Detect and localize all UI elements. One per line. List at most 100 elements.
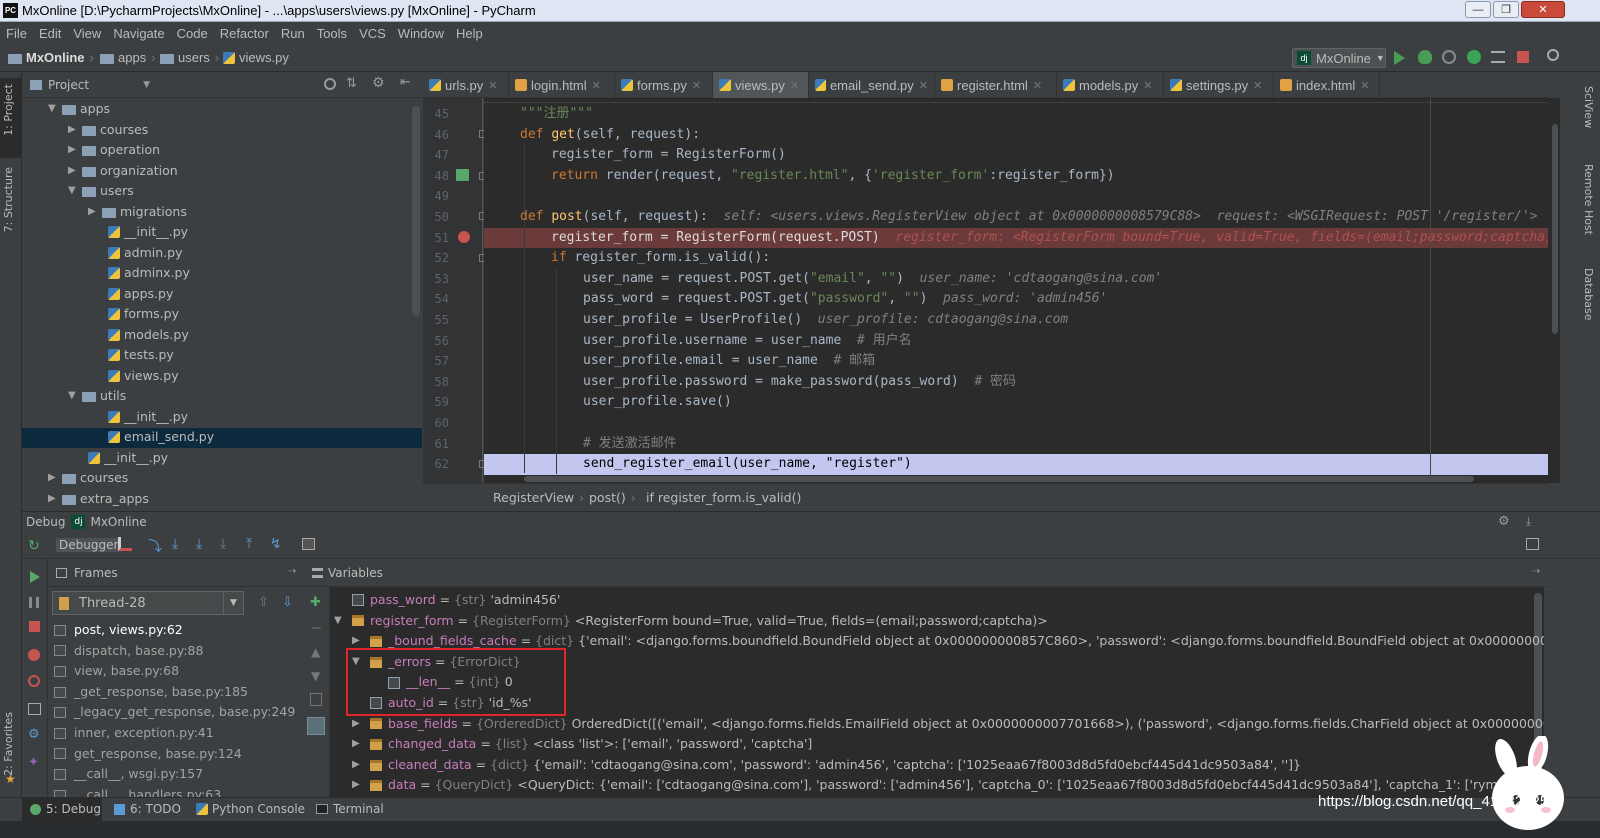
chevron-right-icon[interactable]: ▶ bbox=[68, 161, 82, 181]
tree-item[interactable]: __init__.py bbox=[88, 407, 188, 427]
variable-row[interactable]: ▼ register_form = {RegisterForm} <Registe… bbox=[334, 611, 1048, 632]
stack-frame[interactable]: get_response, base.py:124 bbox=[54, 744, 242, 765]
tree-item[interactable]: adminx.py bbox=[88, 263, 190, 283]
database-tool-tab[interactable]: Database bbox=[1582, 268, 1595, 321]
editor-scrollbar[interactable] bbox=[1534, 98, 1560, 483]
mute-breakpoints-icon[interactable] bbox=[28, 675, 40, 687]
tree-scrollbar[interactable] bbox=[412, 106, 420, 316]
chevron-down-icon[interactable]: ▼ bbox=[223, 592, 243, 614]
thread-select[interactable]: Thread-28 ▼ bbox=[52, 591, 244, 615]
chevron-right-icon[interactable]: ▶ bbox=[68, 120, 82, 140]
settings-icon[interactable]: ⚙ bbox=[28, 727, 40, 742]
tree-item[interactable]: tests.py bbox=[88, 345, 174, 365]
menu-file[interactable]: File bbox=[0, 26, 33, 41]
breadcrumb-method[interactable]: post() › bbox=[589, 490, 641, 505]
collapse-icon[interactable]: ⇅ bbox=[346, 76, 357, 91]
variable-row[interactable]: pass_word = {str} 'admin456' bbox=[334, 590, 560, 611]
run-to-cursor-icon[interactable]: ↯ bbox=[270, 536, 282, 552]
tab-index-html[interactable]: index.html ✕ bbox=[1274, 72, 1380, 98]
tab-views[interactable]: views.py ✕ bbox=[713, 72, 809, 98]
tree-item[interactable]: ▶ courses bbox=[68, 120, 148, 140]
tree-item[interactable]: views.py bbox=[88, 366, 179, 386]
show-values-icon[interactable] bbox=[307, 717, 325, 735]
tree-item[interactable]: ▼ utils bbox=[68, 386, 126, 406]
nav-crumb-apps[interactable]: apps › bbox=[100, 50, 161, 65]
menu-code[interactable]: Code bbox=[171, 26, 214, 41]
editor-gutter[interactable]: 45 46 47 48 49 50 51 52 53 54 55 56 57 58 59 60 61 62 bbox=[423, 98, 486, 483]
menu-run[interactable]: Run bbox=[275, 26, 311, 41]
debug-tool-tab[interactable]: 5: Debug bbox=[30, 802, 101, 816]
stack-frame[interactable]: _legacy_get_response, base.py:249 bbox=[54, 702, 295, 723]
variable-row[interactable]: ▶ changed_data = {list} <class 'list'>: [… bbox=[352, 734, 812, 755]
stack-frame[interactable]: inner, exception.py:41 bbox=[54, 723, 214, 744]
debugger-tab[interactable]: Debugger bbox=[56, 538, 122, 552]
tree-item[interactable]: models.py bbox=[88, 325, 189, 345]
stack-frame[interactable]: _get_response, base.py:185 bbox=[54, 682, 248, 703]
favorites-tool-tab[interactable]: 2: Favorites bbox=[2, 712, 15, 776]
menu-help[interactable]: Help bbox=[450, 26, 489, 41]
step-over-icon[interactable]: ⤵ bbox=[148, 536, 162, 556]
remove-watch-icon[interactable]: − bbox=[311, 621, 322, 636]
terminal-tool-tab[interactable]: Terminal bbox=[316, 802, 384, 816]
breadcrumb-class[interactable]: RegisterView › bbox=[493, 490, 589, 505]
rerun-icon[interactable]: ↻ bbox=[28, 538, 40, 554]
chevron-right-icon[interactable]: ▶ bbox=[68, 140, 82, 160]
tree-item[interactable]: __init__.py bbox=[68, 448, 168, 468]
chevron-right-icon[interactable]: ▶ bbox=[352, 755, 370, 776]
next-frame-icon[interactable]: ⇩ bbox=[282, 595, 293, 610]
locate-icon[interactable] bbox=[324, 78, 336, 90]
variable-row[interactable]: ▶ base_fields = {OrderedDict} OrderedDict… bbox=[352, 714, 1544, 735]
hide-panel-icon[interactable]: ⤓ bbox=[1526, 514, 1531, 529]
move-down-icon[interactable]: ▼ bbox=[311, 669, 320, 683]
gear-icon[interactable]: ⚙ bbox=[372, 75, 385, 91]
chevron-right-icon[interactable]: ▶ bbox=[352, 714, 370, 735]
python-console-tool-tab[interactable]: Python Console bbox=[196, 802, 305, 816]
step-into-my-code-icon[interactable]: ⤓ bbox=[196, 536, 202, 552]
step-into-icon[interactable]: ⤓ bbox=[172, 536, 178, 552]
tree-item[interactable]: ▶ extra_apps bbox=[48, 489, 149, 509]
force-step-into-icon[interactable]: ⤓ bbox=[220, 536, 226, 552]
close-button[interactable]: ✕ bbox=[1521, 1, 1565, 18]
stop-icon[interactable] bbox=[29, 621, 40, 632]
debug-config-tab[interactable]: MxOnline bbox=[90, 515, 146, 529]
chevron-down-icon[interactable]: ▼ bbox=[48, 99, 62, 119]
previous-frame-icon[interactable]: ⇧ bbox=[258, 595, 269, 610]
sciview-tool-tab[interactable]: SciView bbox=[1582, 86, 1595, 128]
stack-frame[interactable]: post, views.py:62 bbox=[54, 620, 183, 641]
stack-frame[interactable]: __call__, handlers.py:63 bbox=[54, 785, 221, 797]
coverage-icon[interactable] bbox=[1442, 50, 1456, 64]
todo-tool-tab[interactable]: 6: TODO bbox=[114, 802, 181, 816]
horizontal-scrollbar[interactable] bbox=[524, 476, 1474, 482]
tree-item[interactable]: admin.py bbox=[88, 243, 182, 263]
menu-navigate[interactable]: Navigate bbox=[107, 26, 170, 41]
breakpoint-icon[interactable] bbox=[458, 231, 470, 243]
tab-register-html[interactable]: register.html ✕ bbox=[935, 72, 1057, 98]
close-tab-icon[interactable]: ✕ bbox=[790, 79, 799, 92]
chevron-down-icon[interactable]: ▼ bbox=[143, 80, 150, 90]
run-icon[interactable] bbox=[1394, 51, 1405, 65]
nav-crumb-file[interactable]: views.py bbox=[223, 50, 289, 65]
close-tab-icon[interactable]: ✕ bbox=[692, 79, 701, 92]
tree-item[interactable]: ▼ apps bbox=[48, 99, 110, 119]
new-watch-icon[interactable]: ✚ bbox=[310, 595, 321, 610]
close-tab-icon[interactable]: ✕ bbox=[1253, 79, 1262, 92]
search-icon[interactable] bbox=[1547, 49, 1559, 61]
chevron-right-icon[interactable]: ▶ bbox=[352, 734, 370, 755]
tab-login-html[interactable]: login.html ✕ bbox=[509, 72, 615, 98]
remote-host-tool-tab[interactable]: Remote Host bbox=[1582, 164, 1595, 235]
tree-item[interactable]: ▶ courses bbox=[48, 468, 128, 488]
tree-item[interactable]: forms.py bbox=[88, 304, 179, 324]
close-tab-icon[interactable]: ✕ bbox=[592, 79, 601, 92]
project-view-select[interactable]: Project bbox=[48, 78, 89, 92]
chevron-down-icon[interactable]: ▼ bbox=[68, 181, 82, 201]
concurrency-icon[interactable] bbox=[1491, 51, 1505, 63]
minimize-button[interactable]: — bbox=[1465, 1, 1491, 18]
close-tab-icon[interactable]: ✕ bbox=[1360, 79, 1369, 92]
breadcrumb-statement[interactable]: if register_form.is_valid() bbox=[646, 490, 801, 505]
stack-frame[interactable]: view, base.py:68 bbox=[54, 661, 179, 682]
variables-options-icon[interactable]: ⇢ bbox=[1532, 566, 1540, 577]
project-tool-tab[interactable]: 1: Project bbox=[2, 84, 15, 136]
tree-item[interactable]: __init__.py bbox=[88, 222, 188, 242]
tab-models[interactable]: models.py ✕ bbox=[1057, 72, 1164, 98]
structure-tool-tab[interactable]: 7: Structure bbox=[2, 167, 15, 232]
